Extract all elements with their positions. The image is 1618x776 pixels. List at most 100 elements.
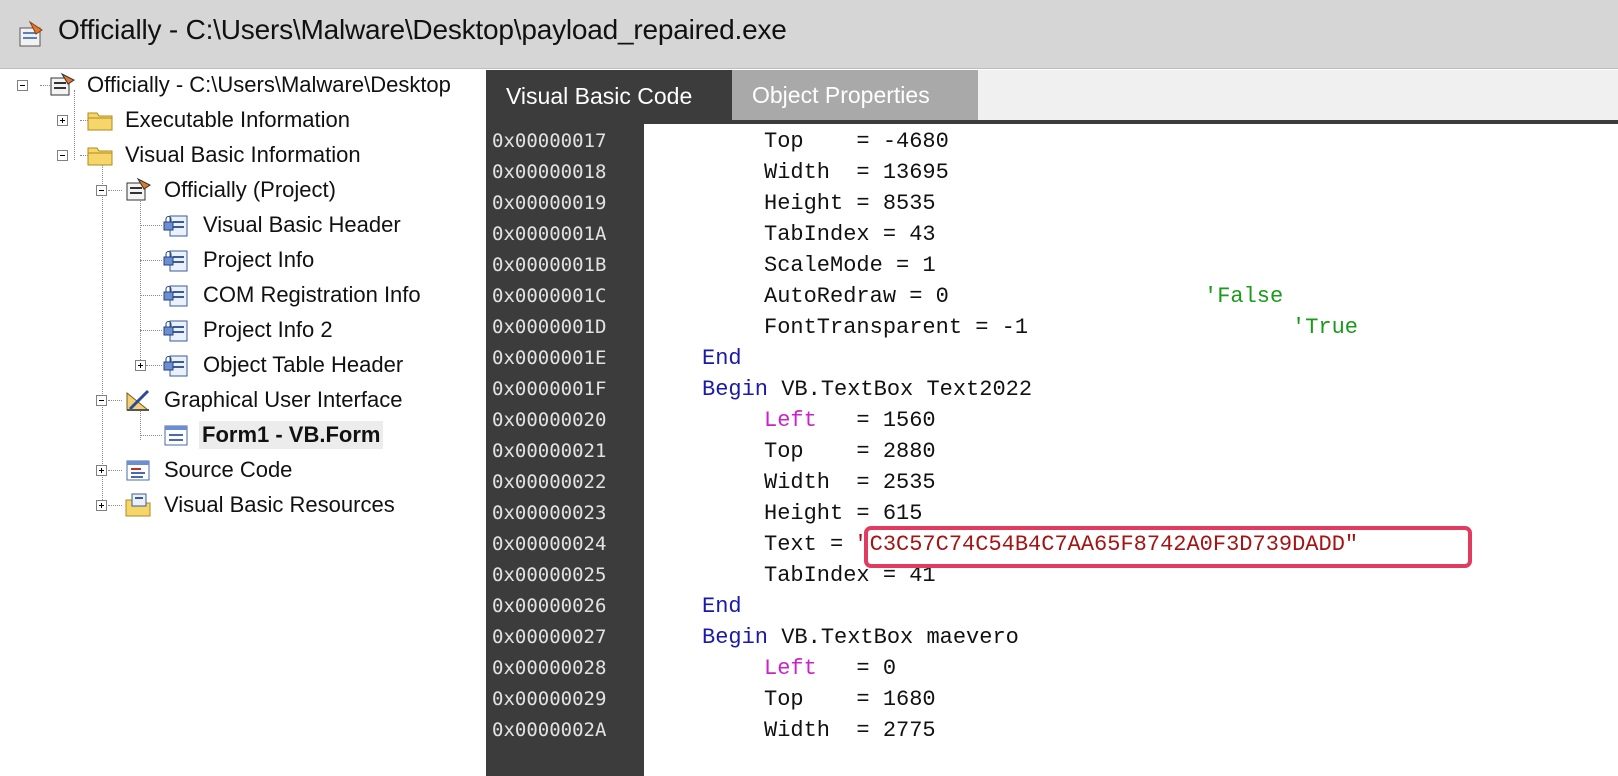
code-text: TabIndex = 43 [764,222,936,247]
tab-visual-basic-code[interactable]: Visual Basic Code [486,70,732,122]
expand-toggle[interactable] [135,360,146,371]
keyword: End [702,594,742,619]
tree-connector [140,330,162,331]
code-line[interactable]: 0x00000017 Top = -4680 [486,126,1618,157]
code-line[interactable]: 0x00000019 Height = 8535 [486,188,1618,219]
code-text: Height = 615 [764,501,923,526]
tree-item-project-info-2[interactable]: Project Info 2 [200,316,336,344]
code-line[interactable]: 0x00000023 Height = 615 [486,498,1618,529]
tree-connector [140,198,141,366]
property-name: Top [764,687,804,712]
code-text: Left = 0 [764,656,897,681]
tree-item-root[interactable]: Officially - C:\Users\Malware\Desktop [84,71,454,99]
code-line[interactable]: 0x0000001C AutoRedraw = 0 'False [486,281,1618,312]
expand-toggle[interactable] [96,500,107,511]
tree-item-visual-basic-header[interactable]: Visual Basic Header [200,211,404,239]
expand-toggle[interactable] [96,465,107,476]
collapse-toggle[interactable] [96,185,107,196]
tree-item-project[interactable]: Officially (Project) [161,176,339,204]
code-line[interactable]: 0x0000001B ScaleMode = 1 [486,250,1618,281]
line-address: 0x0000001E [492,347,607,369]
title-bar: Officially - C:\Users\Malware\Desktop\pa… [0,0,1618,69]
code-line[interactable]: 0x00000022 Width = 2535 [486,467,1618,498]
locked-document-icon [163,355,188,377]
property-name: AutoRedraw [764,284,897,309]
code-line[interactable]: 0x00000027 Begin VB.TextBox maevero [486,622,1618,653]
line-address: 0x00000026 [492,595,607,617]
property-name: Width [764,718,831,743]
code-line[interactable]: 0x0000002A Width = 2775 [486,715,1618,746]
vb-project-icon [50,72,75,96]
collapse-toggle[interactable] [17,80,28,91]
line-address: 0x0000001F [492,378,607,400]
tree-connector [108,400,122,401]
vb-project-icon [19,20,43,47]
folder-open-icon [87,147,113,166]
window-title: Officially - C:\Users\Malware\Desktop\pa… [58,14,787,45]
tree-item-form1[interactable]: Form1 - VB.Form [199,421,384,449]
code-text: End [702,591,742,622]
vb-project-icon [126,177,151,201]
code-line[interactable]: 0x00000026 End [486,591,1618,622]
tab-object-properties[interactable]: Object Properties [732,70,978,122]
code-text: Width = 13695 [764,160,949,185]
source-code-icon [126,460,150,481]
line-address: 0x00000029 [492,688,607,710]
code-comment: 'False [1204,284,1284,309]
line-address: 0x0000001A [492,223,607,245]
tree-item-source-code[interactable]: Source Code [161,456,295,484]
code-text: Begin VB.TextBox maevero [702,625,1019,650]
code-text: Width = 2775 [764,718,936,743]
expand-toggle[interactable] [57,115,68,126]
tree-item-graphical-user-interface[interactable]: Graphical User Interface [161,386,405,414]
line-address: 0x00000025 [492,564,607,586]
code-line[interactable]: 0x0000001F Begin VB.TextBox Text2022 [486,374,1618,405]
property-name: TabIndex [764,222,870,247]
code-text: Top = 1680 [764,687,936,712]
collapse-toggle[interactable] [96,395,107,406]
line-address: 0x00000028 [492,657,607,679]
tree-connector [102,162,103,508]
code-line[interactable]: 0x0000001D FontTransparent = -1 'True [486,312,1618,343]
resources-icon [125,493,151,517]
highlighted-text-value [864,526,1472,568]
property-name: Height [764,501,844,526]
code-line[interactable]: 0x00000018 Width = 13695 [486,157,1618,188]
tree-item-visual-basic-resources[interactable]: Visual Basic Resources [161,491,398,519]
tree-connector [140,260,162,261]
tree-item-visual-basic-information[interactable]: Visual Basic Information [122,141,364,169]
tree-connector [108,190,122,191]
code-line[interactable]: 0x00000020 Left = 1560 [486,405,1618,436]
code-text: ScaleMode = 1 [764,253,936,278]
tree-connector [108,470,122,471]
line-address: 0x0000001D [492,316,607,338]
line-address: 0x00000021 [492,440,607,462]
tree-item-object-table-header[interactable]: Object Table Header [200,351,406,379]
code-line[interactable]: 0x00000028 Left = 0 [486,653,1618,684]
code-line[interactable]: 0x00000021 Top = 2880 [486,436,1618,467]
code-view[interactable]: 0x00000017 Top = -4680 0x00000018 Width = 1… [486,124,1618,776]
tree-item-project-info[interactable]: Project Info [200,246,317,274]
line-address: 0x00000023 [492,502,607,524]
code-line[interactable]: 0x00000029 Top = 1680 [486,684,1618,715]
line-address: 0x00000020 [492,409,607,431]
property-name: Width [764,160,831,185]
gui-design-icon [126,389,150,411]
project-tree[interactable]: Officially - C:\Users\Malware\Desktop Ex… [10,70,468,776]
locked-document-icon [163,285,188,307]
code-text: Top = -4680 [764,129,949,154]
collapse-toggle[interactable] [57,150,68,161]
form-icon [164,425,188,446]
line-address: 0x0000002A [492,719,607,741]
line-address: 0x00000022 [492,471,607,493]
property-name: Top [764,439,804,464]
keyword: Begin [702,377,769,402]
tree-item-com-registration-info[interactable]: COM Registration Info [200,281,424,309]
keyword: End [702,346,742,371]
code-line[interactable]: 0x0000001A TabIndex = 43 [486,219,1618,250]
code-comment: 'True [1292,315,1359,340]
tree-item-executable-information[interactable]: Executable Information [122,106,353,134]
keyword: Begin [702,625,769,650]
code-line[interactable]: 0x0000001E End [486,343,1618,374]
tree-connector [140,295,162,296]
